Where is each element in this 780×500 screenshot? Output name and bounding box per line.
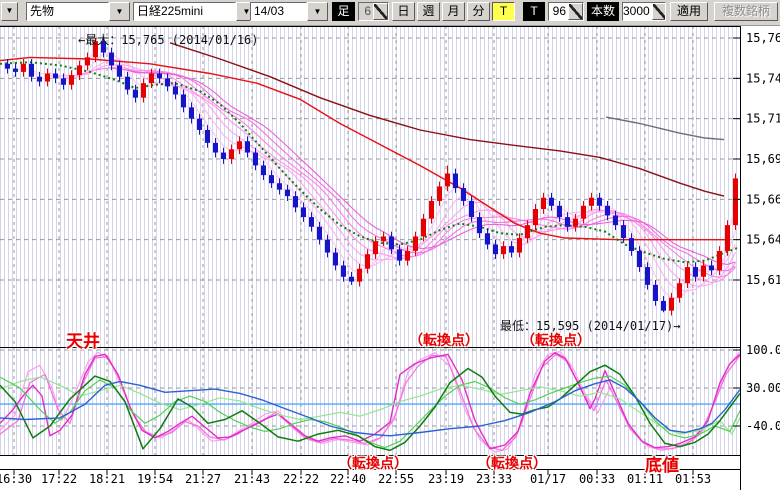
symbol-combobox[interactable]: 日経225mini ▼ [133, 2, 257, 21]
time-axis-label: 19:54 [137, 472, 173, 486]
tick-size-value: 96 [552, 4, 566, 18]
period-tick-button[interactable]: T [492, 2, 515, 21]
oscillator-axis-label: 30.00 [746, 381, 780, 395]
interval-stepper[interactable]: 6 [358, 2, 389, 21]
axes-frame [0, 26, 741, 490]
time-axis-label: 01/17 [530, 472, 566, 486]
multi-symbol-button[interactable]: 複数銘柄 [714, 2, 778, 21]
contract-month-combobox[interactable]: 14/03 ▼ [250, 2, 328, 21]
long-ma-gray [605, 116, 725, 141]
market-combobox[interactable]: 先物 ▼ [26, 2, 130, 21]
price-axis-label: 15,665 [746, 192, 780, 206]
time-axis-label: 23:19 [428, 472, 464, 486]
interval-value: 6 [359, 3, 373, 20]
price-axis-label: 15,615 [746, 273, 780, 287]
time-axis-label: 22:22 [283, 472, 319, 486]
time-axis-label: 16:30 [0, 472, 32, 486]
market-combobox-value: 先物 [26, 2, 109, 21]
time-axis-label: 22:55 [378, 472, 414, 486]
toolbar: ▼ 先物 ▼ 日経225mini ▼ 14/03 ▼ 足 6 日 週 月 分 T… [0, 0, 780, 26]
ceiling-annotation: 天井 [66, 332, 100, 351]
oscillator-axis-label: 100.00 [746, 343, 780, 357]
contract-month-value: 14/03 [250, 2, 307, 21]
ma-ribbon [15, 46, 737, 307]
turning-point-annotation: （転換点） [521, 332, 591, 348]
stoch-dark-green [0, 364, 741, 452]
time-axis-label: 22:40 [330, 472, 366, 486]
spinner-icon[interactable] [373, 3, 388, 20]
spinner-icon[interactable] [568, 3, 583, 20]
turning-point-annotation: （転換点） [477, 455, 547, 471]
time-axis-label: 21:27 [185, 472, 221, 486]
bar-type-label: 足 [332, 2, 355, 21]
time-axis-label: 21:43 [234, 472, 270, 486]
time-axis-label: 17:22 [41, 472, 77, 486]
bar-count-value: 3000 [623, 4, 650, 18]
bottom-price-annotation: 底値 [645, 456, 679, 475]
price-and-oscillator-chart[interactable]: 15,765 15,740 15,715 15,690 15,665 15,640 15,6… [0, 0, 780, 500]
price-axis-label: 15,690 [746, 152, 780, 166]
price-axis-label: 15,715 [746, 112, 780, 126]
oscillator-axis-label: -40.00 [746, 419, 780, 433]
time-axis-label: 23:33 [476, 472, 512, 486]
bar-count-label: 本数 [587, 2, 619, 21]
chart-application-window: ▼ 先物 ▼ 日経225mini ▼ 14/03 ▼ 足 6 日 週 月 分 T… [0, 0, 780, 500]
spinner-icon[interactable] [651, 3, 665, 20]
apply-button[interactable]: 適用 [670, 2, 708, 21]
turning-point-annotation: （転換点） [338, 455, 408, 471]
period-day-button[interactable]: 日 [392, 2, 415, 21]
price-axis-label: 15,640 [746, 233, 780, 247]
turning-point-annotation: （転換点） [409, 332, 479, 348]
time-axis-label: 01:53 [675, 472, 711, 486]
time-axis-label: 18:21 [89, 472, 125, 486]
chevron-down-icon[interactable]: ▼ [109, 2, 130, 21]
symbol-combobox-value: 日経225mini [133, 2, 236, 21]
bar-count-stepper[interactable]: 3000 [622, 2, 666, 21]
period-minute-button[interactable]: 分 [467, 2, 490, 21]
oscillator-panel [0, 351, 741, 453]
tick-size-label: T [523, 2, 545, 21]
tick-size-stepper[interactable]: 96 [548, 2, 584, 21]
max-price-annotation: ←最大：15,765 (2014/01/16) [78, 33, 259, 47]
time-axis-label: 00:33 [579, 472, 615, 486]
chevron-down-icon[interactable]: ▼ [1, 2, 18, 21]
period-month-button[interactable]: 月 [442, 2, 465, 21]
price-axis-label: 15,740 [746, 71, 780, 85]
price-axis-label: 15,765 [746, 31, 780, 45]
chevron-down-icon[interactable]: ▼ [307, 2, 328, 21]
period-week-button[interactable]: 週 [417, 2, 440, 21]
